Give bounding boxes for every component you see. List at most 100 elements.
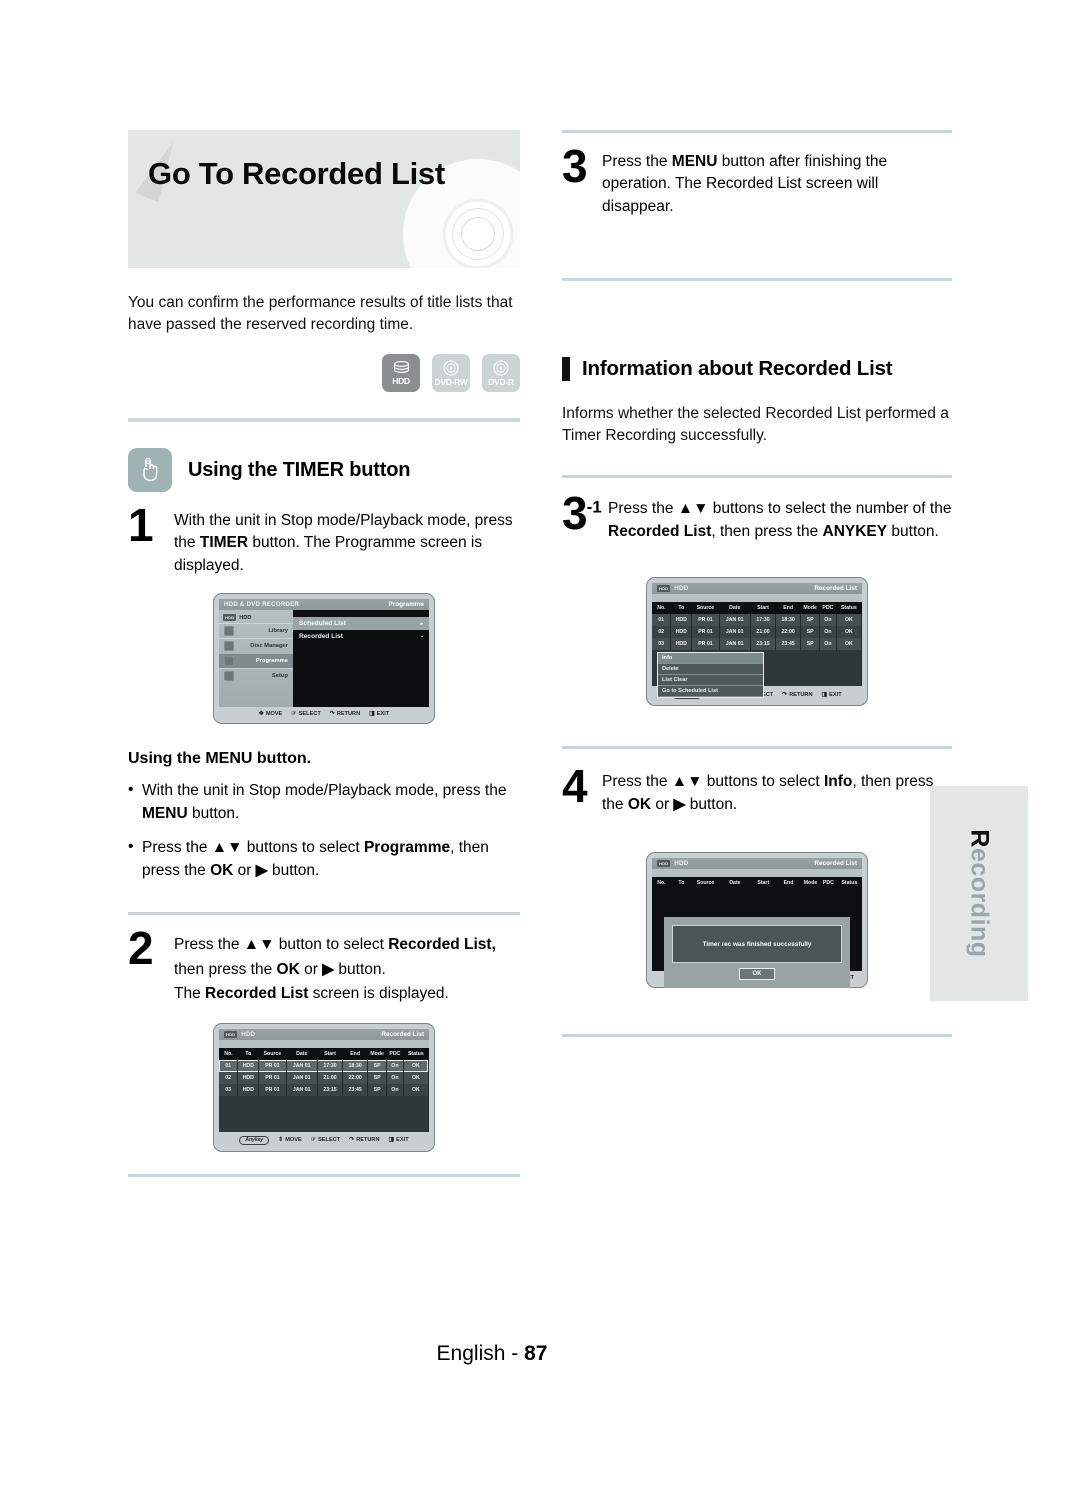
column-header: To <box>670 602 692 615</box>
footer-select[interactable]: ☞SELECT <box>311 1137 340 1143</box>
footer-return[interactable]: ↷RETURN <box>782 692 812 698</box>
side-tab-rest: ecording <box>965 847 994 958</box>
right-arrow-icon: ▶ <box>673 795 686 813</box>
menu-item-scheduled-list[interactable]: Scheduled List ▸ <box>293 617 429 631</box>
cell-start: 23:15 <box>317 1083 344 1096</box>
step-number-sup: -1 <box>586 498 602 518</box>
step-text: Press the ▲▼ buttons to select Info, the… <box>602 769 952 816</box>
footer-label: EXIT <box>376 711 390 718</box>
cell-end: 23:45 <box>342 1083 369 1096</box>
table-row[interactable]: 02 HDD PR 01 JAN 01 21:00 22:00 SP On OK <box>652 626 863 639</box>
sidebar-item-setup[interactable]: Setup <box>219 668 293 683</box>
menu-item-label: Recorded List <box>299 633 343 641</box>
table-row[interactable]: 03 HDD PR 01 JAN 01 23:15 23:45 SP On OK <box>219 1083 430 1096</box>
media-badge-label: DVD-R <box>488 376 514 387</box>
cell-date: JAN 01 <box>719 614 751 627</box>
menu-item-info[interactable]: Info <box>658 653 763 665</box>
recorded-list-table: No. To Source Date Start End Mode PDC St… <box>652 877 862 890</box>
footer-exit[interactable]: ◨EXIT <box>389 1137 409 1143</box>
osd-anykey-screen: HDD HDD Recorded List No. To Source Date… <box>646 577 868 707</box>
footer-return[interactable]: ↷RETURN <box>349 1137 379 1143</box>
cell-date: JAN 01 <box>286 1059 318 1072</box>
step-1: 1 With the unit in Stop mode/Playback mo… <box>128 502 520 577</box>
bullet1-text-a: With the unit in Stop mode/Playback mode… <box>142 782 507 800</box>
step-number: 3 <box>562 140 588 192</box>
table-row-empty <box>219 1119 429 1132</box>
table-row[interactable]: 01 HDD PR 01 JAN 01 17:30 18:30 SP On OK <box>652 614 863 627</box>
left-column: Go To Recorded List You can confirm the … <box>128 130 520 1177</box>
hdd-chip-icon: HDD <box>223 614 237 622</box>
osd-titlebar: HDD HDD Recorded List <box>652 583 862 595</box>
bullet1-bold: MENU <box>142 804 188 822</box>
column-header: End <box>775 877 802 890</box>
manual-page: Go To Recorded List You can confirm the … <box>0 0 1080 1487</box>
footer-select[interactable]: ☞SELECT <box>291 711 320 717</box>
bullet2-bold2: OK <box>210 861 234 879</box>
anykey-badge[interactable]: Anykey <box>239 1135 270 1145</box>
step2-line3-b: screen is displayed. <box>308 985 449 1003</box>
cell-to: HDD <box>237 1083 260 1096</box>
menu-section-title: Using the MENU button. <box>128 750 312 768</box>
footer-label: SELECT <box>318 1137 341 1144</box>
sidebar-item-disc-manager[interactable]: Disc Manager <box>219 638 293 653</box>
footer-exit[interactable]: ◨EXIT <box>369 711 389 717</box>
table-row[interactable]: 03 HDD PR 01 JAN 01 23:15 23:45 SP On OK <box>652 638 863 651</box>
cell-end: 22:00 <box>775 626 802 639</box>
updown-arrows-icon: ▲▼ <box>211 839 243 857</box>
return-icon: ↷ <box>349 1137 355 1144</box>
dialog-message: Timer rec was finished successfully <box>672 925 842 964</box>
footer-return[interactable]: ↷RETURN <box>330 711 360 717</box>
column-header: Status <box>836 877 862 890</box>
table-row[interactable]: 02 HDD PR 01 JAN 01 21:00 22:00 SP On OK <box>219 1071 430 1084</box>
step-number-main: 3 <box>562 487 588 540</box>
cell-end: 18:30 <box>342 1059 369 1072</box>
column-header: Mode <box>801 877 820 890</box>
divider <box>562 130 952 133</box>
step31-text-b: buttons to select the number of the <box>708 500 952 518</box>
menu-item-go-to-scheduled-list[interactable]: Go to Scheduled List <box>658 686 763 698</box>
footer-exit[interactable]: ◨EXIT <box>822 692 842 698</box>
menu-item-recorded-list[interactable]: Recorded List ▪ <box>293 630 429 643</box>
footer-move[interactable]: ⇕ MOVE <box>278 1137 302 1143</box>
cell-date: JAN 01 <box>719 626 751 639</box>
bullet2-text-e: button. <box>267 861 320 879</box>
osd-programme-screen: HDD & DVD RECORDER Programme HDD HDD Lib… <box>213 593 435 725</box>
sidebar-item-library[interactable]: Library <box>219 623 293 638</box>
chevron-right-icon: ▸ <box>420 620 423 627</box>
osd-table-area: No. To Source Date Start End Mode PDC St… <box>219 1047 430 1132</box>
step2-line3-a: The <box>174 985 206 1003</box>
column-header: To <box>670 877 692 890</box>
media-badge-label: DVD-RW <box>434 376 468 387</box>
step31-bold: Recorded List <box>608 522 712 540</box>
divider <box>562 278 952 282</box>
cell-date: JAN 01 <box>286 1071 318 1084</box>
step2-text-b: button to select <box>274 936 389 954</box>
page-title: Go To Recorded List <box>148 156 445 191</box>
menu-item-delete[interactable]: Delete <box>658 664 763 676</box>
sidebar-item-programme[interactable]: Programme <box>219 653 293 669</box>
page-footer: English - 87 <box>0 1342 1080 1366</box>
bullet2-text-b: buttons to select <box>242 839 364 857</box>
table-row-empty <box>219 1107 429 1120</box>
column-header: End <box>342 1047 368 1060</box>
column-header: Mode <box>367 1047 387 1060</box>
divider <box>562 746 952 750</box>
column-header: PDC <box>819 602 837 615</box>
osd-sidebar: HDD HDD Library Disc Manager Programme S… <box>219 610 293 708</box>
footer-move[interactable]: ✥MOVE <box>259 711 283 717</box>
osd-title-right: Recorded List <box>814 860 857 868</box>
page-header-banner: Go To Recorded List <box>128 130 520 268</box>
cell-source: PR 01 <box>691 626 720 639</box>
cell-no: 03 <box>219 1083 239 1096</box>
osd-titlebar: HDD & DVD RECORDER Programme <box>219 599 429 611</box>
divider <box>562 475 952 479</box>
cell-to: HDD <box>237 1071 260 1084</box>
osd-programme-body: HDD HDD Library Disc Manager Programme S… <box>219 610 429 708</box>
dialog-ok-button[interactable]: OK <box>739 968 775 981</box>
step-text: Press the ▲▼ buttons to select the numbe… <box>608 496 952 543</box>
menu-item-list-clear[interactable]: List Clear <box>658 675 763 687</box>
info-section-body: Informs whether the selected Recorded Li… <box>562 405 949 445</box>
divider <box>128 912 520 916</box>
step-3-1: 3-1 Press the ▲▼ buttons to select the n… <box>562 490 952 543</box>
table-row[interactable]: 01 HDD PR 01 JAN 01 17:30 18:30 SP On OK <box>219 1059 430 1072</box>
